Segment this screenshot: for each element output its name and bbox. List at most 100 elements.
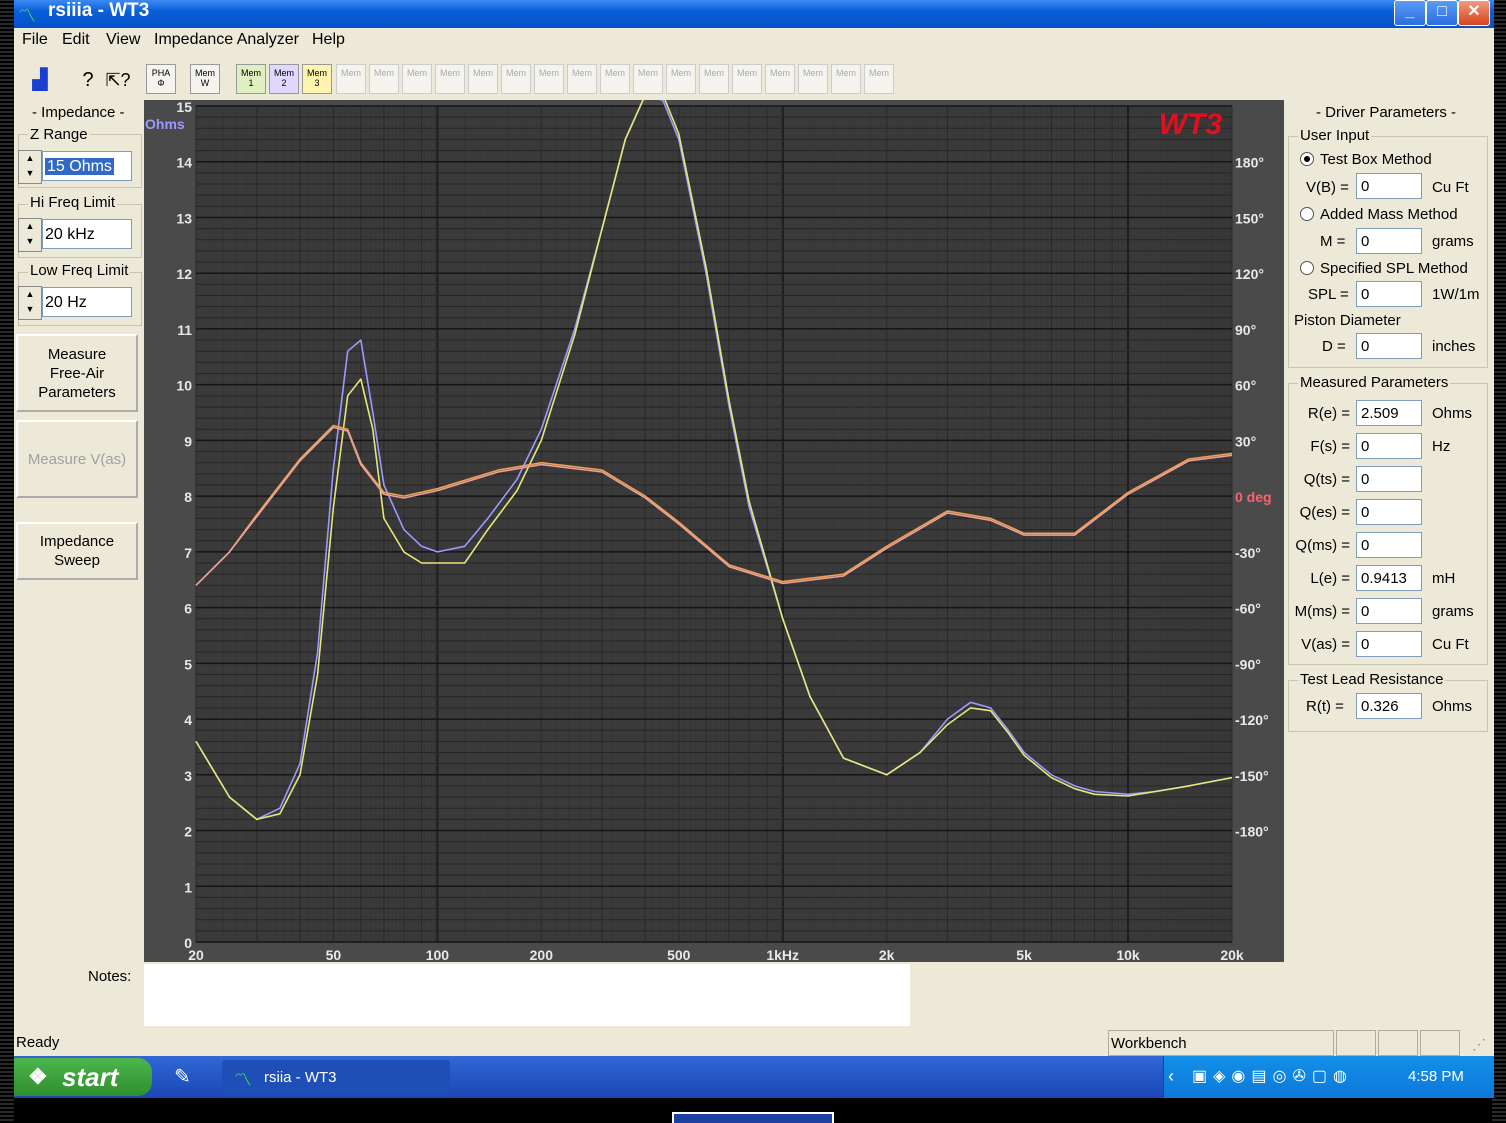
low-freq-field[interactable]: 20 Hz (42, 287, 132, 317)
mem-slot-button[interactable]: Mem (468, 64, 498, 94)
window-title: rsiiia - WT3 (48, 0, 150, 21)
spl-unit: 1W/1m (1432, 286, 1480, 303)
mem-slot-button[interactable]: Mem (699, 64, 729, 94)
param-field[interactable]: 0 (1356, 466, 1422, 492)
mem-slot-button[interactable]: Mem (765, 64, 795, 94)
notes-area: Notes: (14, 962, 1494, 1028)
notes-field[interactable] (144, 964, 910, 1026)
d-field[interactable]: 0 (1356, 333, 1422, 359)
y-tick-label: 5 (184, 656, 192, 672)
param-field[interactable]: 0 (1356, 433, 1422, 459)
measure-vas-button[interactable]: Measure V(as) (16, 420, 138, 498)
param-field[interactable]: 0 (1356, 598, 1422, 624)
impedance-panel: - Impedance - Z Range ▲ ▼ 15 Ohms Hi Freq… (14, 100, 144, 962)
measure-free-air-button[interactable]: Measure Free-Air Parameters (16, 334, 138, 412)
x-tick-label: 5k (1016, 947, 1032, 962)
param-unit: Hz (1432, 438, 1451, 455)
z-range-spinner[interactable]: ▲ ▼ (18, 150, 42, 184)
menu-help[interactable]: Help (312, 31, 345, 49)
status-panel-workbench: Workbench (1108, 1030, 1334, 1056)
status-bar: Ready Workbench ⋰ (14, 1028, 1494, 1056)
mem-3-button[interactable]: Mem 3 (302, 64, 332, 94)
low-freq-spinner[interactable]: ▲ ▼ (18, 286, 42, 320)
menu-file[interactable]: File (22, 31, 48, 49)
spl-field[interactable]: 0 (1356, 281, 1422, 307)
test-box-label: Test Box Method (1320, 151, 1432, 168)
y-tick-label: 12 (176, 266, 192, 282)
phase-tick-label: -60° (1235, 601, 1261, 617)
test-box-radio[interactable] (1300, 152, 1314, 166)
minimize-button[interactable]: _ (1394, 0, 1426, 26)
screen-border-left (0, 0, 14, 1123)
param-field[interactable]: 0.9413 (1356, 565, 1422, 591)
mem-slot-button[interactable]: Mem (435, 64, 465, 94)
status-panel (1420, 1030, 1460, 1056)
mem-slot-button[interactable]: Mem (732, 64, 762, 94)
mem-slot-button[interactable]: Mem (864, 64, 894, 94)
y-tick-label: 15 (176, 100, 192, 115)
mem-slot-button[interactable]: Mem (501, 64, 531, 94)
hi-freq-field[interactable]: 20 kHz (42, 219, 132, 249)
z-range-field[interactable]: 15 Ohms (42, 151, 132, 181)
impedance-group-title: - Impedance - (30, 104, 127, 121)
close-button[interactable]: ✕ (1458, 0, 1490, 26)
chart-icon[interactable]: ▟ (24, 64, 56, 96)
mem-slot-button[interactable]: Mem (402, 64, 432, 94)
mem-slot-button[interactable]: Mem (567, 64, 597, 94)
mem-w-button[interactable]: Mem W (190, 64, 220, 94)
x-tick-label: 10k (1116, 947, 1140, 962)
tray-icons[interactable]: ▣◈◉▤◎✇▢◍ (1192, 1066, 1353, 1086)
m-field[interactable]: 0 (1356, 228, 1422, 254)
menu-view[interactable]: View (106, 31, 140, 49)
mem-slot-button[interactable]: Mem (336, 64, 366, 94)
maximize-button[interactable]: □ (1426, 0, 1458, 26)
param-field[interactable]: 0 (1356, 631, 1422, 657)
m-label: M = (1320, 233, 1346, 250)
mem-slot-button[interactable]: Mem (369, 64, 399, 94)
plot-area (196, 106, 1232, 942)
mem-slot-button[interactable]: Mem (534, 64, 564, 94)
mem-2-button[interactable]: Mem 2 (269, 64, 299, 94)
status-text: Ready (16, 1034, 60, 1051)
task-button[interactable]: 〽 rsiia - WT3 (222, 1060, 450, 1094)
param-field[interactable]: 0 (1356, 499, 1422, 525)
y-tick-label: 10 (176, 378, 192, 394)
mem-slot-button[interactable]: Mem (633, 64, 663, 94)
mem-slot-button[interactable]: Mem (600, 64, 630, 94)
resize-grip-icon[interactable]: ⋰ (1472, 1036, 1486, 1053)
y-tick-label: 8 (184, 489, 192, 505)
mem-slot-button[interactable]: Mem (798, 64, 828, 94)
help-icon[interactable]: ? (72, 64, 104, 96)
added-mass-label: Added Mass Method (1320, 206, 1458, 223)
menu-edit[interactable]: Edit (62, 31, 90, 49)
menu-bar: File Edit View Impedance Analyzer Help (14, 28, 1494, 54)
bottom-overlay (672, 1112, 834, 1123)
param-field[interactable]: 2.509 (1356, 400, 1422, 426)
param-field[interactable]: 0 (1356, 532, 1422, 558)
mem-slot-button[interactable]: Mem (831, 64, 861, 94)
rt-field[interactable]: 0.326 (1356, 693, 1422, 719)
y-tick-label: 9 (184, 433, 192, 449)
chevron-left-icon[interactable]: ‹ (1168, 1066, 1174, 1087)
added-mass-radio[interactable] (1300, 207, 1314, 221)
context-help-icon[interactable]: ⇱? (102, 64, 134, 96)
x-tick-label: 50 (326, 947, 342, 962)
phase-tick-label: -180° (1235, 824, 1269, 840)
spl-method-radio[interactable] (1300, 261, 1314, 275)
quick-launch-icon[interactable]: ✎ (174, 1064, 191, 1089)
hi-freq-spinner[interactable]: ▲ ▼ (18, 218, 42, 252)
y-tick-label: 6 (184, 601, 192, 617)
param-label: Q(es) = (1299, 504, 1350, 521)
vb-field[interactable]: 0 (1356, 173, 1422, 199)
mem-1-button[interactable]: Mem 1 (236, 64, 266, 94)
impedance-sweep-button[interactable]: Impedance Sweep (16, 522, 138, 580)
start-button[interactable]: ❖ start (14, 1058, 152, 1096)
title-bar: 〽 rsiiia - WT3 _ □ ✕ (14, 0, 1494, 28)
mem-slot-button[interactable]: Mem (666, 64, 696, 94)
d-unit: inches (1432, 338, 1476, 355)
lead-resistance-label: Test Lead Resistance (1298, 671, 1446, 688)
vb-label: V(B) = (1306, 179, 1349, 196)
phase-button[interactable]: PHA Φ (146, 64, 176, 94)
menu-impedance-analyzer[interactable]: Impedance Analyzer (154, 31, 299, 49)
param-label: F(s) = (1310, 438, 1350, 455)
